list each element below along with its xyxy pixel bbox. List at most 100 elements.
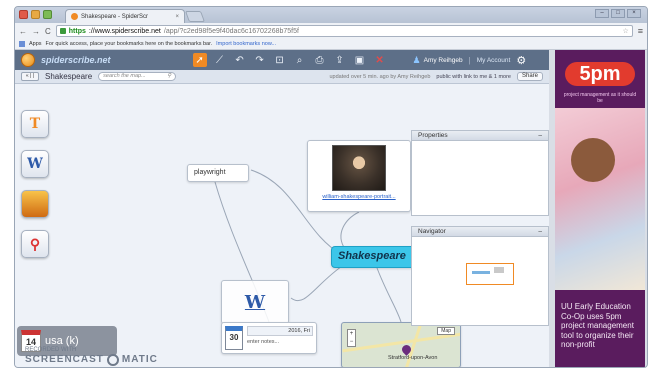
node-playwright[interactable]: playwright <box>187 164 249 182</box>
advertisement[interactable]: 5pm project management as it should be U… <box>555 50 645 367</box>
map-search-input[interactable]: search the map... ⚲ <box>98 72 177 81</box>
map-type-button[interactable]: Map <box>437 327 455 335</box>
undo-icon[interactable]: ↶ <box>233 53 247 67</box>
mind-map-canvas[interactable]: T W ⚲ 14 usa (k) playwright william-shak… <box>15 84 549 367</box>
node-map[interactable]: + − Map Stratford-upon-Avon <box>341 322 461 367</box>
user-menu[interactable]: ♟ Amy Reihgeb <box>413 55 463 66</box>
event-notes-field[interactable]: enter notes... <box>247 339 313 345</box>
central-topic-label: Shakespeare <box>338 250 406 262</box>
bookmarks-bar: Apps For quick access, place your bookma… <box>15 39 647 50</box>
window-buttons <box>19 10 52 19</box>
connector-line <box>340 211 360 250</box>
forward-icon[interactable]: → <box>32 27 40 36</box>
watermark-line2: SCREENCAST <box>25 354 104 365</box>
browser-window: Shakespeare - SpiderScr × – □ × ← → C ht… <box>14 6 648 368</box>
watermark-logo-icon <box>106 354 119 366</box>
ad-tagline: project management as it should be <box>563 92 637 104</box>
map-info-bar: « | | Shakespeare search the map... ⚲ up… <box>15 70 549 84</box>
redo-icon[interactable]: ↷ <box>253 53 267 67</box>
node-calendar-event[interactable]: 30 2016, Fri enter notes... <box>221 322 317 354</box>
new-tab-button[interactable] <box>184 11 206 22</box>
delete-icon[interactable]: ✕ <box>373 53 387 67</box>
updated-text: updated over 5 min. ago by Amy Reihgeb <box>329 73 431 80</box>
word-document-icon: W <box>244 291 266 313</box>
url-host: ://www.spiderscribe.net <box>88 27 161 35</box>
navigator-title: Navigator <box>418 228 446 235</box>
address-bar-row: ← → C https://www.spiderscribe.net/app/?… <box>15 23 647 39</box>
tab-strip: Shakespeare - SpiderScr × – □ × <box>15 7 647 23</box>
event-calendar-icon: 30 <box>225 326 243 350</box>
user-icon: ♟ <box>412 54 421 65</box>
minimize-window-icon[interactable] <box>31 10 40 19</box>
zoom-icon[interactable]: ⌕ <box>293 53 307 67</box>
connector-line <box>290 263 346 301</box>
browser-tab[interactable]: Shakespeare - SpiderScr × <box>65 9 185 23</box>
watermark-line1: RECORDED WITH <box>25 347 77 353</box>
navigator-viewport[interactable] <box>466 263 514 285</box>
close-window-icon[interactable] <box>19 10 28 19</box>
apps-link[interactable]: Apps <box>29 41 42 47</box>
star-icon[interactable]: ☆ <box>622 27 628 35</box>
url-field[interactable]: https://www.spiderscribe.net/app/?c2ed98… <box>55 25 633 37</box>
select-tool-icon[interactable]: ➚ <box>192 53 207 67</box>
sharing-status[interactable]: public with link to me & 1 more <box>436 74 511 80</box>
image-caption-link[interactable]: william-shakespeare-portrait... <box>312 194 406 200</box>
apps-icon <box>19 41 25 47</box>
share-button[interactable]: Share <box>516 72 543 81</box>
app-toolbar: spiderscribe.net ➚ ⟋ ↶ ↷ ⊡ ⌕ ⎙ ⇪ ▣ ✕ ♟ A… <box>15 50 549 70</box>
my-account-link[interactable]: My Account <box>477 57 511 64</box>
fit-view-icon[interactable]: ⊡ <box>273 53 287 67</box>
map-place-label: Stratford-upon-Avon <box>388 355 438 361</box>
node-file[interactable]: W <box>221 280 289 324</box>
url-scheme: https <box>68 27 86 35</box>
map-list-button[interactable]: « | | <box>21 72 39 81</box>
tab-close-icon[interactable]: × <box>175 14 179 20</box>
file-item-icon[interactable]: W <box>21 150 49 178</box>
node-image[interactable]: william-shakespeare-portrait... <box>307 140 411 212</box>
node-label: playwright <box>194 169 226 176</box>
print-icon[interactable]: ⎙ <box>313 53 327 67</box>
style-icon[interactable]: ▣ <box>353 53 367 67</box>
ad-caption: UU Early Education Co-Op uses 5pm projec… <box>561 302 634 349</box>
search-placeholder: search the map... <box>103 73 146 79</box>
back-icon[interactable]: ← <box>19 27 27 36</box>
event-date-field[interactable]: 2016, Fri <box>247 326 313 336</box>
collapse-icon[interactable]: – <box>538 228 542 235</box>
collapse-icon[interactable]: – <box>538 132 542 139</box>
reload-icon[interactable]: C <box>45 27 51 36</box>
navigator-panel: Navigator – <box>411 226 549 326</box>
spiderscribe-app: spiderscribe.net ➚ ⟋ ↶ ↷ ⊡ ⌕ ⎙ ⇪ ▣ ✕ ♟ A… <box>15 50 549 367</box>
watermark-line3: MATIC <box>121 354 158 365</box>
favicon-icon <box>71 13 78 20</box>
connector-tool-icon[interactable]: ⟋ <box>213 53 227 67</box>
user-name: Amy Reihgeb <box>423 56 463 64</box>
maximize-window-icon[interactable] <box>43 10 52 19</box>
ad-logo: 5pm <box>565 62 635 86</box>
shakespeare-portrait-image <box>332 145 386 191</box>
close-button[interactable]: × <box>627 9 641 18</box>
minimize-button[interactable]: – <box>595 9 609 18</box>
node-central-topic[interactable]: Shakespeare <box>331 246 415 268</box>
properties-panel-header[interactable]: Properties – <box>412 131 548 141</box>
image-item-icon[interactable] <box>21 190 49 218</box>
tab-title: Shakespeare - SpiderScr <box>81 13 149 20</box>
window-controls: – □ × <box>595 9 641 18</box>
screencast-watermark: RECORDED WITH SCREENCAST MATIC <box>25 346 158 366</box>
menu-icon[interactable]: ≡ <box>638 26 643 36</box>
gear-icon[interactable]: ⚙ <box>516 54 526 67</box>
connector-line <box>376 267 402 323</box>
ad-photo <box>555 108 645 290</box>
properties-panel: Properties – <box>411 130 549 216</box>
text-item-icon[interactable]: T <box>21 110 49 138</box>
item-palette: T W ⚲ <box>15 84 59 314</box>
bookmarks-hint: For quick access, place your bookmarks h… <box>45 41 213 47</box>
export-icon[interactable]: ⇪ <box>333 53 347 67</box>
navigator-panel-header[interactable]: Navigator – <box>412 227 548 237</box>
ad-photo-subject <box>571 138 615 182</box>
import-bookmarks-link[interactable]: Import bookmarks now... <box>216 41 276 47</box>
map-title: Shakespeare <box>45 72 93 81</box>
restore-button[interactable]: □ <box>611 9 625 18</box>
separator: | <box>468 55 471 65</box>
map-zoom-control[interactable]: + − <box>347 329 356 347</box>
map-item-icon[interactable]: ⚲ <box>21 230 49 258</box>
